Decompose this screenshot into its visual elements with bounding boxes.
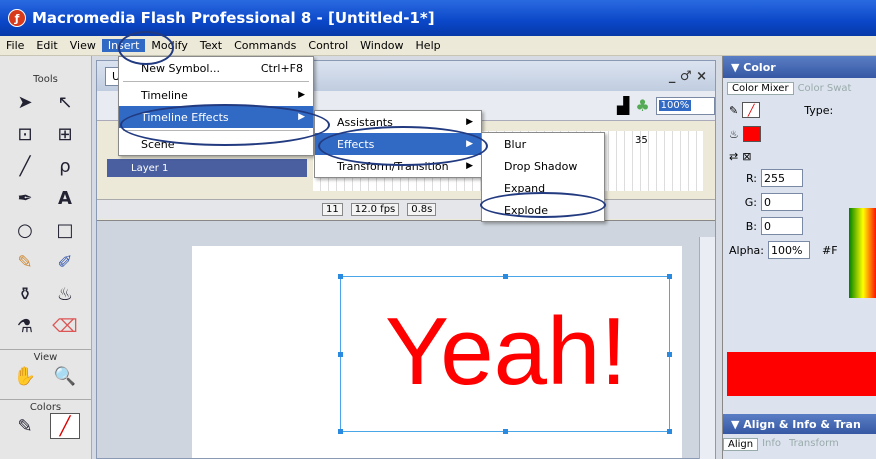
green-label: G: [744, 195, 757, 209]
stage[interactable]: Yeah! [192, 246, 682, 458]
frame-rate[interactable]: 12.0 fps [350, 203, 400, 216]
window-title: Macromedia Flash Professional 8 - [Untit… [32, 9, 435, 27]
stage-text[interactable]: Yeah! [341, 297, 671, 407]
layer-row[interactable]: Layer 1 [107, 159, 307, 177]
free-transform-tool-icon[interactable]: ⊡ [10, 121, 40, 147]
alpha-input[interactable]: 100% [767, 241, 810, 259]
red-label: R: [745, 171, 757, 185]
tab-transform[interactable]: Transform [785, 438, 843, 451]
fill-swatch[interactable] [742, 126, 761, 142]
blue-input[interactable]: 0 [761, 217, 803, 235]
highlight-effects [318, 126, 488, 166]
arrow-tool-icon[interactable]: ➤ [10, 89, 40, 115]
selection-box[interactable]: Yeah! [338, 274, 672, 434]
current-frame: 11 [322, 203, 343, 216]
tools-panel: Tools ➤ ↖ ⊡ ⊞ ╱ ρ ✒ A ○ □ ✎ ✐ ⚱ ♨ ⚗ ⌫ Vi… [0, 56, 92, 459]
menu-item-drop-shadow[interactable]: Drop Shadow [482, 155, 604, 177]
brush-tool-icon[interactable]: ✐ [50, 249, 80, 275]
view-header: View [33, 352, 58, 363]
eyedropper-tool-icon[interactable]: ⚗ [10, 313, 40, 339]
menu-view[interactable]: View [64, 39, 102, 52]
swap-colors-icon[interactable]: ⇄ [729, 150, 738, 163]
lasso-tool-icon[interactable]: ρ [50, 153, 80, 179]
color-preview [727, 352, 876, 396]
gradient-transform-tool-icon[interactable]: ⊞ [50, 121, 80, 147]
rectangle-tool-icon[interactable]: □ [50, 217, 80, 243]
red-input[interactable]: 255 [761, 169, 803, 187]
green-input[interactable]: 0 [761, 193, 803, 211]
timeline-status-bar: 11 12.0 fps 0.8s [97, 199, 715, 219]
tab-info[interactable]: Info [758, 438, 785, 451]
menu-text[interactable]: Text [194, 39, 228, 52]
hex-input[interactable]: #F [822, 244, 838, 257]
colors-header: Colors [29, 402, 62, 413]
highlight-insert [118, 31, 174, 65]
stroke-color-icon[interactable]: ✎ [10, 413, 40, 439]
hand-tool-icon[interactable]: ✋ [10, 363, 40, 389]
no-color-icon[interactable]: ⊠ [742, 150, 751, 163]
menu-help[interactable]: Help [410, 39, 447, 52]
tools-header: Tools [33, 74, 58, 85]
text-tool-icon[interactable]: A [50, 185, 80, 211]
menu-control[interactable]: Control [302, 39, 354, 52]
eraser-tool-icon[interactable]: ⌫ [50, 313, 80, 339]
menu-edit[interactable]: Edit [30, 39, 63, 52]
paint-bucket-tool-icon[interactable]: ♨ [50, 281, 80, 307]
highlight-explode [480, 192, 606, 218]
highlight-timeline-effects [120, 104, 330, 146]
elapsed-time: 0.8s [407, 203, 437, 216]
vertical-scrollbar[interactable] [699, 237, 715, 459]
stroke-pencil-icon[interactable]: ✎ [729, 104, 738, 117]
zoom-tool-icon[interactable]: 🔍 [50, 363, 80, 389]
type-label: Type: [804, 103, 834, 117]
tab-color-swatches[interactable]: Color Swat [794, 83, 856, 94]
tab-align[interactable]: Align [723, 438, 759, 451]
edit-scene-icon[interactable]: ▟ [617, 96, 629, 115]
menu-item-timeline[interactable]: Timeline ▶ [119, 84, 313, 106]
subselect-tool-icon[interactable]: ↖ [50, 89, 80, 115]
edit-symbol-icon[interactable]: ♣ [635, 96, 649, 115]
blue-label: B: [745, 219, 757, 233]
window-controls[interactable]: _ ♂ × [669, 69, 707, 84]
flash-app-icon: ƒ [8, 9, 26, 27]
ink-bottle-tool-icon[interactable]: ⚱ [10, 281, 40, 307]
stroke-swatch[interactable]: ╱ [742, 102, 761, 118]
oval-tool-icon[interactable]: ○ [10, 217, 40, 243]
frame-ruler-label: 35 [635, 135, 648, 146]
title-bar: ƒ Macromedia Flash Professional 8 - [Unt… [0, 0, 876, 36]
align-panel-header[interactable]: ▼ Align & Info & Tran [723, 414, 876, 434]
menu-commands[interactable]: Commands [228, 39, 302, 52]
color-spectrum[interactable] [849, 208, 876, 298]
alpha-label: Alpha: [729, 243, 764, 257]
menu-file[interactable]: File [0, 39, 30, 52]
line-tool-icon[interactable]: ╱ [10, 153, 40, 179]
color-panel-header[interactable]: ▼ Color [723, 56, 876, 78]
zoom-select[interactable]: 100% [655, 96, 715, 115]
fill-bucket-icon[interactable]: ♨ [729, 128, 739, 141]
pencil-tool-icon[interactable]: ✎ [10, 249, 40, 275]
menu-window[interactable]: Window [354, 39, 409, 52]
menu-item-blur[interactable]: Blur [482, 133, 604, 155]
fill-color-swatch[interactable]: ╱ [50, 413, 80, 439]
pen-tool-icon[interactable]: ✒ [10, 185, 40, 211]
tab-color-mixer[interactable]: Color Mixer [727, 81, 794, 95]
color-panel: ▼ Color Color Mixer Color Swat ✎ ╱ Type:… [722, 56, 876, 459]
